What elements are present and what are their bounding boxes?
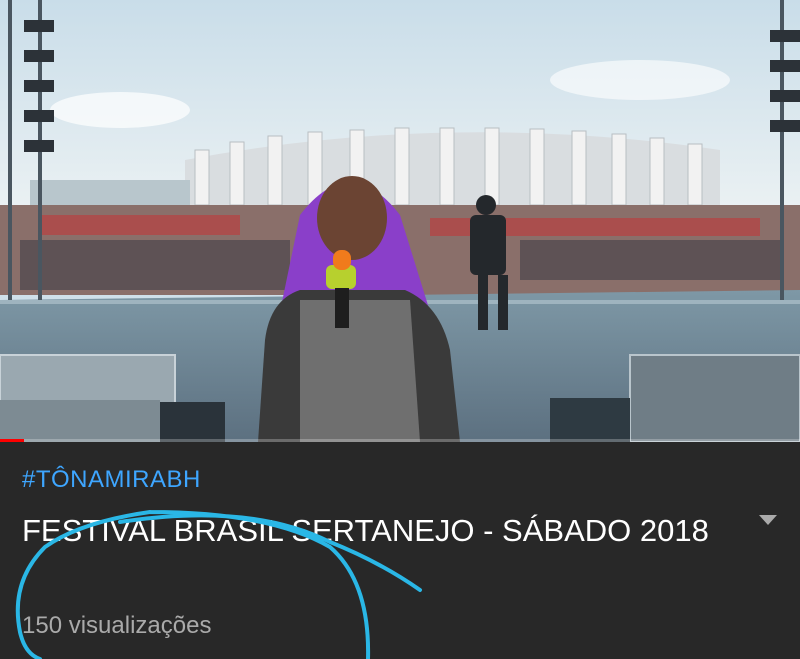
video-title: FESTIVAL BRASIL SERTANEJO - SÁBADO 2018: [22, 513, 709, 548]
hashtag-link[interactable]: #TÔNAMIRABH: [22, 466, 201, 494]
video-frame-image: [0, 0, 800, 442]
expand-description-button[interactable]: [752, 504, 784, 536]
view-count: 150 visualizações: [22, 612, 212, 639]
video-player[interactable]: [0, 0, 800, 442]
video-info-panel: #TÔNAMIRABH FESTIVAL BRASIL SERTANEJO - …: [0, 442, 800, 659]
chevron-down-icon: [759, 515, 777, 525]
